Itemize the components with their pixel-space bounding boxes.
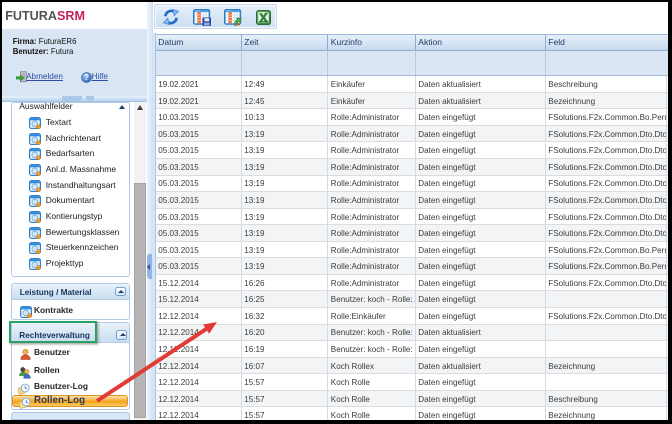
- svg-text:?: ?: [84, 73, 89, 82]
